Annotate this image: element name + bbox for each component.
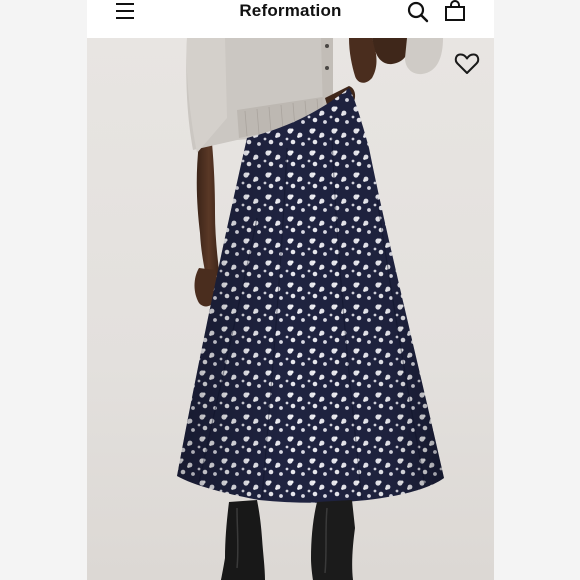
product-image[interactable] <box>87 38 494 580</box>
app-screen: Reformation <box>87 0 494 580</box>
screenshot-frame: Reformation <box>0 0 580 580</box>
top-navigation-bar: Reformation <box>87 0 494 38</box>
heart-icon[interactable] <box>454 52 480 76</box>
model-photo <box>177 38 444 580</box>
bag-icon[interactable] <box>444 0 466 22</box>
search-icon[interactable] <box>407 1 429 23</box>
brand-logo[interactable]: Reformation <box>87 1 494 21</box>
